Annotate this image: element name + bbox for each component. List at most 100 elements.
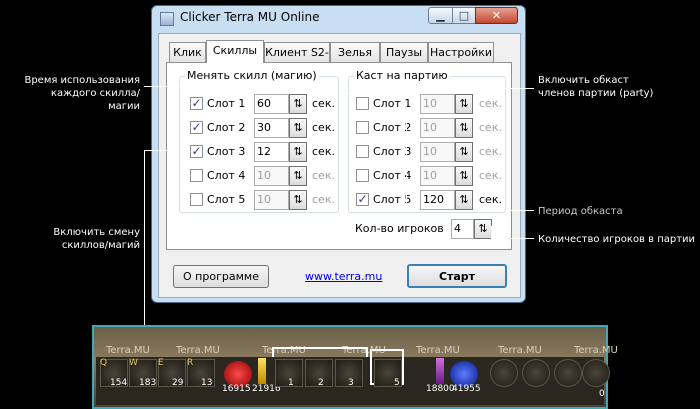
connector-line (178, 102, 179, 206)
connector-line (406, 210, 534, 211)
potion-r-count: 13 (201, 378, 213, 388)
potion-q-count: 154 (110, 378, 128, 388)
party-row-1: Слот 1 10 ⇅ сек. (356, 94, 504, 114)
party-slot-1-spinner[interactable]: ⇅ (455, 94, 473, 114)
party-slot-4-spinner[interactable]: ⇅ (455, 166, 473, 186)
tab-client[interactable]: Клиент S2- (264, 42, 330, 62)
sd-value: 18800 (426, 384, 455, 394)
about-button[interactable]: О программе (173, 265, 269, 288)
skill-slot-1-label: Слот 1 (207, 97, 246, 110)
skill-slot-3-checkbox[interactable]: ✓ (190, 145, 203, 158)
party-row-2: Слот 2 10 ⇅ сек. (356, 118, 504, 138)
players-count-label: Кол-во игроков (355, 222, 444, 235)
skill-slot-1-unit: сек. (312, 97, 335, 110)
skill-row-2: ✓ Слот 2 30 ⇅ сек. (190, 118, 338, 138)
party-slot-3-checkbox[interactable] (356, 145, 369, 158)
tab-pauses[interactable]: Паузы (380, 42, 428, 62)
skill-slot-2-spinner[interactable]: ⇅ (289, 118, 307, 138)
connector-line (491, 238, 534, 239)
tab-skills[interactable]: Скиллы (206, 40, 264, 63)
skill-slot-1-checkbox[interactable]: ✓ (190, 97, 203, 110)
start-button[interactable]: Старт (407, 264, 507, 288)
annotation-party-buff: Включить обкаст членов партии (party) (538, 75, 654, 99)
friends-menu-icon[interactable] (554, 359, 582, 387)
sd-bar (436, 358, 444, 384)
party-slot-5-spinner[interactable]: ⇅ (455, 190, 473, 210)
key-r: R (187, 358, 194, 368)
party-slot-3-input[interactable]: 10 (420, 142, 455, 162)
skill-row-3: ✓ Слот 3 12 ⇅ сек. (190, 142, 338, 162)
party-slot-1-checkbox[interactable] (356, 97, 369, 110)
maximize-button[interactable]: □ (452, 7, 476, 24)
players-count-input[interactable]: 4 (451, 219, 474, 239)
skill-slot-1-spinner[interactable]: ⇅ (289, 94, 307, 114)
party-row-4: Слот 4 10 ⇅ сек. (356, 166, 504, 186)
window-title: Clicker Terra MU Online (180, 10, 320, 24)
tab-settings[interactable]: Настройки (428, 42, 494, 62)
players-count-row: Кол-во игроков 4 ⇅ (355, 219, 505, 239)
clicker-window: Clicker Terra MU Online ▁ □ ✕ Клик Скилл… (151, 5, 526, 303)
skill-row-1: ✓ Слот 1 60 ⇅ сек. (190, 94, 338, 114)
skill-slot-4-checkbox[interactable] (190, 169, 203, 182)
skill-slot-5-checkbox[interactable] (190, 193, 203, 206)
skill-slot-2-number: 2 (318, 378, 324, 388)
skill-slot-3-label: Слот 3 (207, 145, 246, 158)
party-slot-4-checkbox[interactable] (356, 169, 369, 182)
skill-slot-3-input[interactable]: 12 (254, 142, 289, 162)
party-slot-5-checkbox[interactable]: ✓ (356, 193, 369, 206)
annotation-buff-period: Период обкаста (538, 206, 623, 217)
watermark-text: Terra.MU (176, 345, 220, 356)
party-slot-2-checkbox[interactable] (356, 121, 369, 134)
connector-line (144, 150, 179, 151)
skill-slot-5-spinner[interactable]: ⇅ (289, 190, 307, 210)
skill-slot-4-unit: сек. (312, 169, 335, 182)
key-e: E (158, 358, 164, 368)
title-bar[interactable]: Clicker Terra MU Online ▁ □ ✕ (152, 6, 525, 32)
connector-line (491, 226, 492, 238)
party-slot-2-unit: сек. (479, 121, 502, 134)
skills-group-title: Менять скилл (магию) (185, 69, 319, 82)
party-slot-4-unit: сек. (479, 169, 502, 182)
skill-slot-4-label: Слот 4 (207, 169, 246, 182)
party-slot-4-input[interactable]: 10 (420, 166, 455, 186)
character-menu-icon[interactable] (490, 359, 518, 387)
annotation-skill-time: Время использования каждого скилла/магии (24, 75, 140, 112)
players-count-spinner[interactable]: ⇅ (474, 219, 492, 239)
exp-level: 0 (599, 389, 605, 399)
connector-line (346, 88, 347, 206)
party-slot-5-unit: сек. (479, 193, 502, 206)
tab-potions[interactable]: Зелья (330, 42, 380, 62)
tab-click[interactable]: Клик (169, 42, 206, 62)
skill-slot-2-checkbox[interactable]: ✓ (190, 121, 203, 134)
close-button[interactable]: ✕ (475, 7, 518, 24)
party-slot-5-input[interactable]: 120 (420, 190, 455, 210)
minimize-button[interactable]: ▁ (428, 7, 453, 24)
skill-slot-1-number: 1 (288, 378, 294, 388)
skill-slot-4-input[interactable]: 10 (254, 166, 289, 186)
skill-slot-2-input[interactable]: 30 (254, 118, 289, 138)
system-menu-icon[interactable] (582, 359, 610, 387)
connector-line (346, 88, 534, 89)
skill-slot-3-spinner[interactable]: ⇅ (289, 142, 307, 162)
party-slot-3-spinner[interactable]: ⇅ (455, 142, 473, 162)
watermark-text: Terra.MU (106, 345, 150, 356)
skill-slot-2-unit: сек. (312, 121, 335, 134)
skill-slot-3-number: 3 (348, 378, 354, 388)
potion-e-count: 29 (172, 378, 184, 388)
skill-slot-3-unit: сек. (312, 145, 335, 158)
skill-slot-4-spinner[interactable]: ⇅ (289, 166, 307, 186)
key-w: W (129, 358, 138, 368)
inventory-menu-icon[interactable] (522, 359, 550, 387)
watermark-text: Terra.MU (574, 345, 618, 356)
party-slot-2-spinner[interactable]: ⇅ (455, 118, 473, 138)
party-row-5: ✓ Слот 5 120 ⇅ сек. (356, 190, 504, 210)
party-slot-1-input[interactable]: 10 (420, 94, 455, 114)
party-group-title: Каст на партию (354, 69, 450, 82)
skill-slot-5-label: Слот 5 (207, 193, 246, 206)
skill-slot-5-input[interactable]: 10 (254, 190, 289, 210)
party-slot-1-unit: сек. (479, 97, 502, 110)
connector-line (406, 102, 407, 210)
website-link[interactable]: www.terra.mu (305, 270, 382, 283)
skill-slot-1-input[interactable]: 60 (254, 94, 289, 114)
party-slot-2-input[interactable]: 10 (420, 118, 455, 138)
